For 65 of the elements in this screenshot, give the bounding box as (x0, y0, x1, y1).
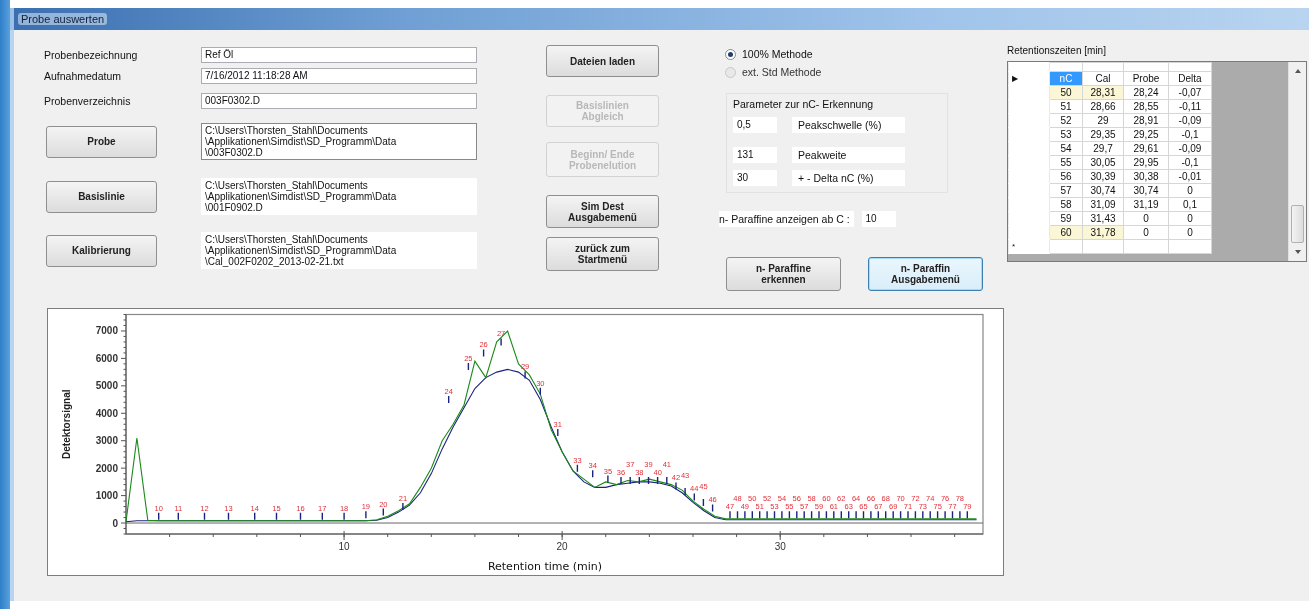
table-cell: 53 (1049, 127, 1083, 142)
table-cell: 0 (1123, 225, 1169, 240)
tick-label: 1000 (95, 490, 118, 502)
table-cell: 0 (1168, 183, 1212, 198)
table-cell: 55 (1049, 155, 1083, 170)
table-cell: 56 (1049, 169, 1083, 184)
tick-label: 10 (338, 541, 350, 552)
table-cell: -0,1 (1168, 127, 1212, 142)
table-cell: 29,61 (1123, 141, 1169, 156)
table-cell: 29,35 (1082, 127, 1124, 142)
table-cell: 58 (1049, 197, 1083, 212)
current-row-marker: ▶ (1008, 71, 1050, 86)
group-title: Parameter zur nC- Erkennung (733, 98, 874, 110)
table-cell: -0,07 (1168, 85, 1212, 100)
table-cell: 51 (1049, 99, 1083, 114)
table-cell: 59 (1049, 211, 1083, 226)
table-cell: 0 (1168, 211, 1212, 226)
table-cell: 29,7 (1082, 141, 1124, 156)
table-cell: 0 (1168, 225, 1212, 240)
tick-label: 2000 (95, 462, 118, 474)
axis-title: Detektorsignal (61, 389, 72, 459)
table-cell: 29,25 (1123, 127, 1169, 142)
table-cell: 30,05 (1082, 155, 1124, 170)
table-title: Retentionszeiten [min] (1007, 45, 1107, 56)
table-cell: 28,66 (1082, 99, 1124, 114)
table-cell: -0,11 (1168, 99, 1212, 114)
tick-label: 7000 (95, 325, 118, 337)
table-cell: -0,09 (1168, 141, 1212, 156)
field-label: Probenverzeichnis (44, 95, 132, 107)
field-label: n- Paraffine anzeigen ab C : (719, 211, 854, 227)
table-cell: 30,74 (1082, 183, 1124, 198)
table-cell: -0,1 (1168, 155, 1212, 170)
table-cell: 30,74 (1123, 183, 1169, 198)
table-cell: 31,19 (1123, 197, 1169, 212)
parameter-label: + - Delta nC (%) (792, 170, 905, 186)
tick-label: 5000 (95, 380, 118, 392)
table-cell: 31,09 (1082, 197, 1124, 212)
table-cell: 52 (1049, 113, 1083, 128)
table-cell: 28,55 (1123, 99, 1169, 114)
table-cell: -0,09 (1168, 113, 1212, 128)
table-cell: 28,91 (1123, 113, 1169, 128)
table-cell: 54 (1049, 141, 1083, 156)
tick-label: 3000 (95, 435, 118, 447)
tick-label: 20 (556, 541, 568, 552)
field-label: Probenbezeichnung (44, 49, 139, 61)
table-cell: 29 (1082, 113, 1124, 128)
parameter-label: Peakschwelle (%) (792, 117, 905, 133)
table-cell: 0,1 (1168, 197, 1212, 212)
tick-label: 0 (112, 517, 118, 529)
table-cell: 57 (1049, 183, 1083, 198)
window-title: Probe auswerten (18, 13, 108, 25)
table-cell: -0,01 (1168, 169, 1212, 184)
tick-label: 4000 (95, 407, 118, 419)
table-cell: 31,43 (1082, 211, 1124, 226)
field-label: Aufnahmedatum (44, 70, 123, 82)
table-cell: 30,39 (1082, 169, 1124, 184)
axis-title: Retention time (min) (487, 560, 603, 573)
parameter-label: Peakweite (792, 147, 905, 163)
table-cell: 28,24 (1123, 85, 1169, 100)
tick-label: 6000 (95, 352, 118, 364)
tick-label: 30 (774, 541, 786, 552)
table-cell: 29,95 (1123, 155, 1169, 170)
new-row-marker: * (1008, 239, 1050, 254)
table-cell: 30,38 (1123, 169, 1169, 184)
table-cell: 0 (1123, 211, 1169, 226)
